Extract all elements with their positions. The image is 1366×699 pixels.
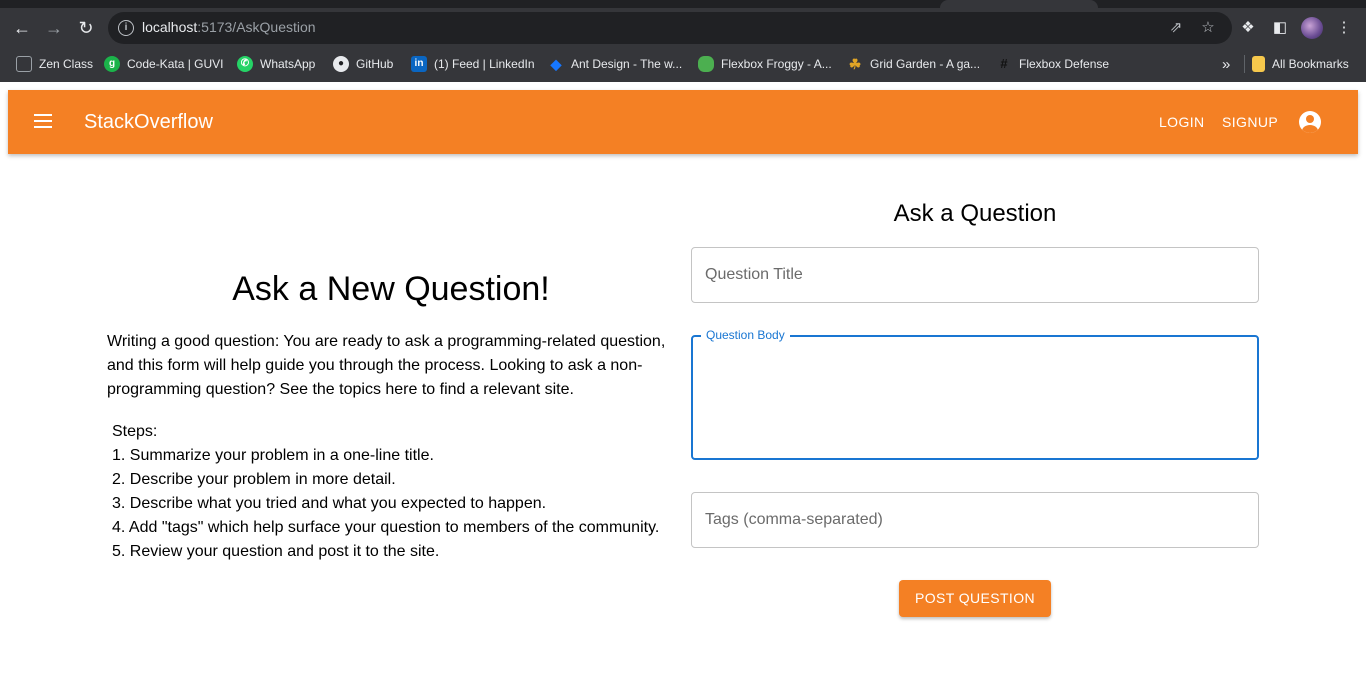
bookmarks-bar: Zen Class g Code-Kata | GUVI ✆ WhatsApp … <box>0 50 1366 78</box>
forward-icon[interactable]: → <box>42 16 66 40</box>
bookmark-code-kata[interactable]: g Code-Kata | GUVI <box>104 54 224 74</box>
hamburger-menu-icon[interactable] <box>34 114 52 128</box>
browser-toolbar: ← → ↻ i localhost:5173/AskQuestion ⇗ ☆ ❖… <box>0 8 1366 48</box>
account-circle-icon[interactable] <box>1299 111 1321 133</box>
bookmark-label: Flexbox Defense <box>1019 57 1110 71</box>
url-text[interactable]: localhost:5173/AskQuestion <box>142 19 316 35</box>
bookmark-label: Grid Garden - A ga... <box>870 57 981 71</box>
folder-icon <box>1252 56 1265 72</box>
tab-strip <box>0 0 1366 8</box>
intro-text: Writing a good question: You are ready t… <box>107 333 666 398</box>
login-button[interactable]: LOGIN <box>1159 114 1205 130</box>
github-icon: ● <box>333 56 349 72</box>
page-icon <box>16 56 32 72</box>
page-heading: Ask a New Question! <box>232 270 550 308</box>
step-item: 1. Summarize your problem in a one-line … <box>112 447 434 464</box>
bookmark-label: Code-Kata | GUVI <box>127 57 224 71</box>
reload-icon[interactable]: ↻ <box>74 16 98 40</box>
step-item: 5. Review your question and post it to t… <box>112 543 440 560</box>
all-bookmarks-button[interactable]: All Bookmarks <box>1252 54 1349 74</box>
step-item: 2. Describe your problem in more detail. <box>112 471 396 488</box>
address-bar[interactable]: i localhost:5173/AskQuestion ⇗ ☆ <box>108 12 1232 44</box>
app-bar: StackOverflow LOGIN SIGNUP <box>8 90 1358 154</box>
bookmark-zen-class[interactable]: Zen Class <box>16 54 93 74</box>
antdesign-icon: ◆ <box>550 56 562 72</box>
bookmark-label: GitHub <box>356 57 394 71</box>
all-bookmarks-label: All Bookmarks <box>1272 57 1349 71</box>
bookmark-grid-garden[interactable]: ☘ Grid Garden - A ga... <box>847 54 980 74</box>
frog-icon <box>698 56 714 72</box>
browser-chrome: ← → ↻ i localhost:5173/AskQuestion ⇗ ☆ ❖… <box>0 0 1366 82</box>
side-panel-icon[interactable]: ◧ <box>1270 18 1290 38</box>
flexbox-defense-icon: # <box>1000 56 1008 71</box>
active-tab[interactable] <box>940 0 1098 8</box>
question-title-field[interactable]: Question Title <box>691 247 1259 303</box>
whatsapp-icon: ✆ <box>237 56 253 72</box>
bookmark-label: Zen Class <box>39 57 94 71</box>
bookmark-label: WhatsApp <box>260 57 316 71</box>
share-icon[interactable]: ⇗ <box>1166 18 1186 38</box>
step-item: 4. Add "tags" which help surface your qu… <box>112 519 660 536</box>
steps-heading: Steps: <box>112 423 158 440</box>
steps-list: Steps: 1. Summarize your problem in a on… <box>112 420 692 564</box>
question-body-field[interactable]: Question Body <box>691 328 1259 460</box>
site-info-icon[interactable]: i <box>118 20 134 36</box>
extensions-icon[interactable]: ❖ <box>1238 18 1258 38</box>
signup-button[interactable]: SIGNUP <box>1222 114 1278 130</box>
bookmark-linkedin[interactable]: in (1) Feed | LinkedIn <box>411 54 535 74</box>
bookmark-label: (1) Feed | LinkedIn <box>434 57 535 71</box>
brand-title[interactable]: StackOverflow <box>84 111 213 134</box>
bookmark-flexbox-defense[interactable]: # Flexbox Defense <box>996 54 1109 74</box>
bookmark-label: Flexbox Froggy - A... <box>721 57 832 71</box>
back-icon[interactable]: ← <box>10 16 34 40</box>
bookmark-ant-design[interactable]: ◆ Ant Design - The w... <box>548 54 683 74</box>
post-question-button[interactable]: POST QUESTION <box>899 580 1051 617</box>
bookmarks-divider <box>1244 55 1245 73</box>
question-body-label: Question Body <box>701 328 790 342</box>
bookmark-whatsapp[interactable]: ✆ WhatsApp <box>237 54 315 74</box>
bookmark-github[interactable]: ● GitHub <box>333 54 393 74</box>
tags-placeholder: Tags (comma-separated) <box>705 511 883 528</box>
grid-garden-icon: ☘ <box>848 56 862 72</box>
tags-field[interactable]: Tags (comma-separated) <box>691 492 1259 548</box>
step-item: 3. Describe what you tried and what you … <box>112 495 547 512</box>
guvi-icon: g <box>104 56 120 72</box>
bookmark-flexbox-froggy[interactable]: Flexbox Froggy - A... <box>698 54 832 74</box>
bookmark-star-icon[interactable]: ☆ <box>1198 18 1218 38</box>
linkedin-icon: in <box>411 56 427 72</box>
form-title: Ask a Question <box>893 200 1057 227</box>
bookmarks-overflow-button[interactable]: » <box>1222 54 1230 74</box>
browser-menu-icon[interactable]: ⋮ <box>1334 18 1354 38</box>
overflow-chevron-icon: » <box>1222 55 1231 73</box>
bookmark-label: Ant Design - The w... <box>571 57 683 71</box>
question-title-placeholder: Question Title <box>705 266 803 283</box>
profile-avatar[interactable] <box>1301 17 1323 39</box>
